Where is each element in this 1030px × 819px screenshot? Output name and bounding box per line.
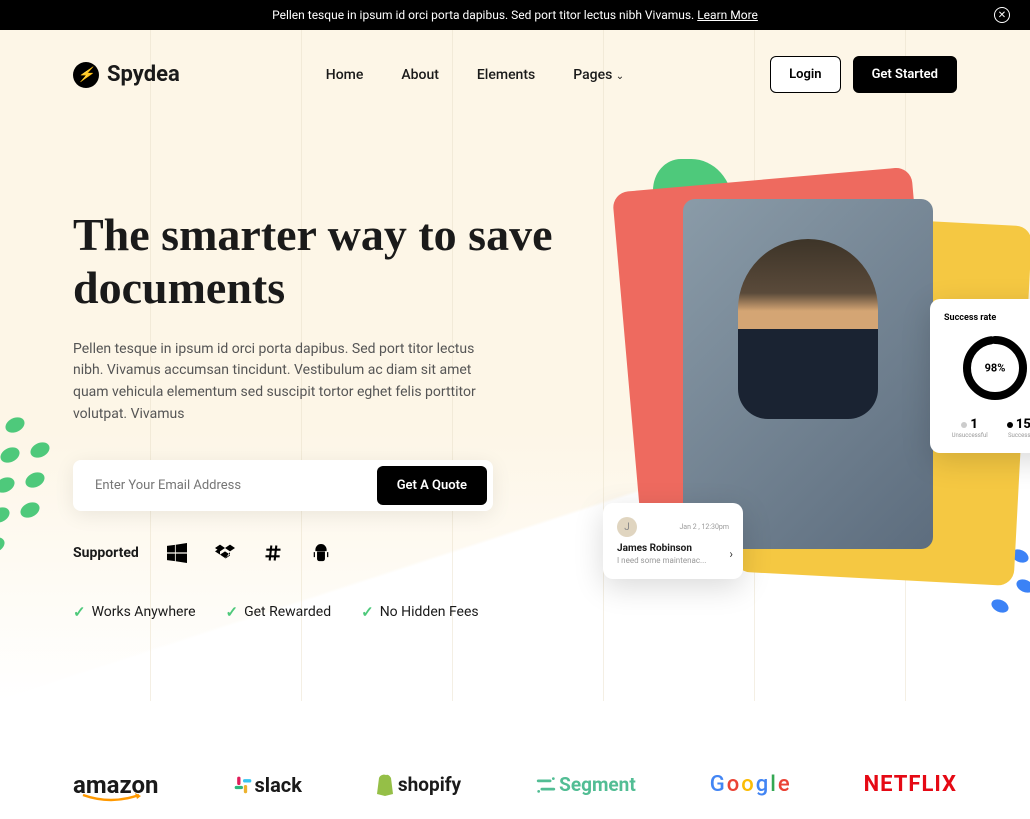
brand-amazon: amazon xyxy=(73,771,159,799)
hero-person-image xyxy=(683,199,933,549)
email-form: Get A Quote xyxy=(73,460,493,511)
avatar: J xyxy=(617,517,637,537)
nav-links: Home About Elements Pages ⌄ xyxy=(326,67,624,83)
chevron-right-icon: › xyxy=(729,547,733,561)
check-icon: ✓ xyxy=(73,603,86,621)
brand-google: Google xyxy=(710,772,790,797)
nav-pages[interactable]: Pages ⌄ xyxy=(573,67,624,83)
feature-item: ✓No Hidden Fees xyxy=(361,603,479,621)
brand-logos: amazon slack shopify Segment Google NETF… xyxy=(0,701,1030,819)
dropbox-icon xyxy=(215,543,235,563)
logo-icon: ⚡ xyxy=(73,62,99,88)
stat-unsuccessful: 1 Unsuccessful xyxy=(952,413,988,439)
windows-icon xyxy=(167,543,187,563)
nav-elements[interactable]: Elements xyxy=(477,67,535,83)
get-quote-button[interactable]: Get A Quote xyxy=(377,466,487,505)
logo-text: Spydea xyxy=(107,62,180,87)
success-rate-card: Success rate 98% 1 Unsuccessful 150 Succ… xyxy=(930,299,1030,453)
features-list: ✓Works Anywhere ✓Get Rewarded ✓No Hidden… xyxy=(73,603,573,621)
main-nav: ⚡ Spydea Home About Elements Pages ⌄ Log… xyxy=(0,30,1030,119)
close-icon[interactable]: ✕ xyxy=(994,7,1010,23)
feature-item: ✓Get Rewarded xyxy=(226,603,332,621)
brand-segment: Segment xyxy=(535,773,636,796)
brand-shopify: shopify xyxy=(376,773,461,796)
brand-netflix: NETFLIX xyxy=(864,772,957,797)
banner-link[interactable]: Learn More xyxy=(697,8,758,22)
hero-illustration: J Jan 2 , 12:30pm James Robinson I need … xyxy=(573,159,1030,619)
nav-about[interactable]: About xyxy=(401,67,439,83)
check-icon: ✓ xyxy=(361,603,374,621)
check-icon: ✓ xyxy=(226,603,239,621)
supported-platforms: Supported xyxy=(73,543,573,563)
get-started-button[interactable]: Get Started xyxy=(853,56,957,93)
hero-subtitle: Pellen tesque in ipsum id orci porta dap… xyxy=(73,339,503,426)
page-title: The smarter way to save documents xyxy=(73,209,573,315)
brand-slack: slack xyxy=(233,773,302,797)
android-icon xyxy=(311,543,331,563)
donut-percent: 98% xyxy=(985,362,1006,375)
email-input[interactable] xyxy=(79,466,377,505)
nav-actions: Login Get Started xyxy=(770,56,957,93)
supported-label: Supported xyxy=(73,545,139,561)
announcement-banner: Pellen tesque in ipsum id orci porta dap… xyxy=(0,0,1030,30)
banner-text: Pellen tesque in ipsum id orci porta dap… xyxy=(272,8,694,22)
nav-home[interactable]: Home xyxy=(326,67,364,83)
notification-name: James Robinson xyxy=(617,543,729,554)
chevron-down-icon: ⌄ xyxy=(616,71,624,82)
logo[interactable]: ⚡ Spydea xyxy=(73,62,180,88)
login-button[interactable]: Login xyxy=(770,56,840,93)
card-title: Success rate xyxy=(944,313,1030,323)
notification-time: Jan 2 , 12:30pm xyxy=(679,523,729,531)
notification-message: I need some maintenac... xyxy=(617,556,729,565)
stat-successful: 150 Successful xyxy=(1007,413,1030,439)
feature-item: ✓Works Anywhere xyxy=(73,603,196,621)
donut-chart: 98% xyxy=(960,333,1030,403)
notification-card: J Jan 2 , 12:30pm James Robinson I need … xyxy=(603,503,743,579)
hashtag-icon xyxy=(263,543,283,563)
